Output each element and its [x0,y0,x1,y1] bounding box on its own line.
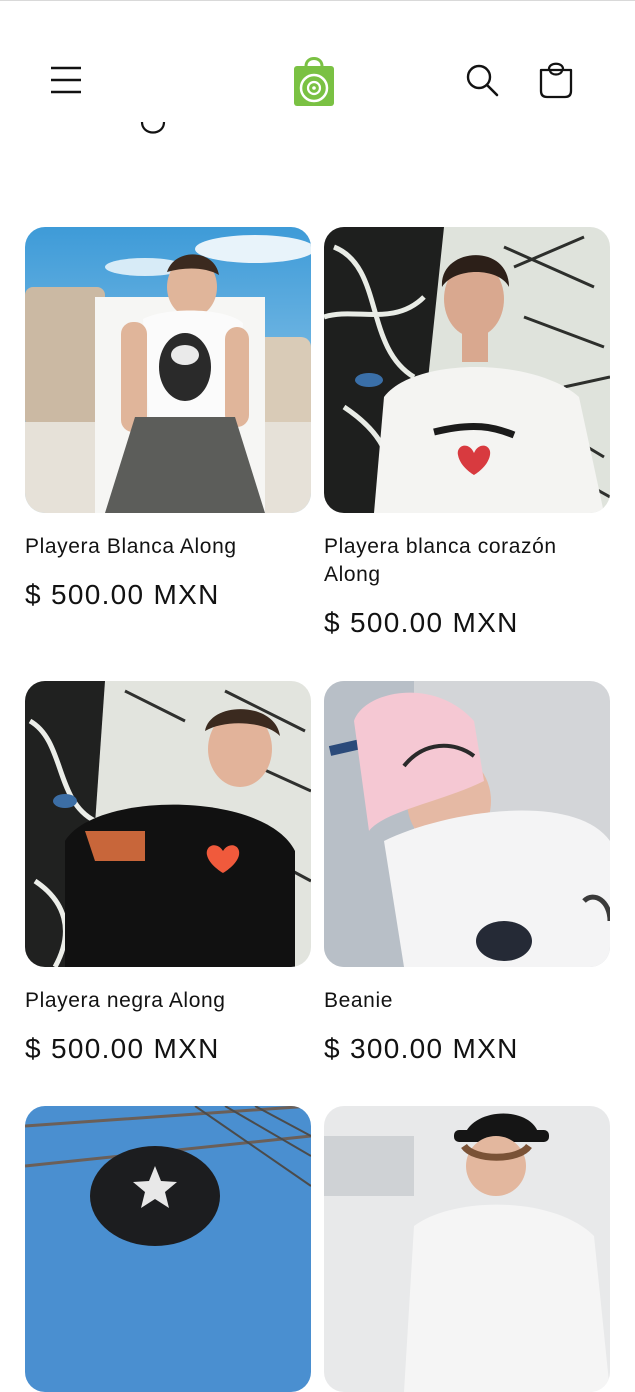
store-logo-link[interactable] [288,53,340,109]
search-icon [466,64,499,97]
product-image[interactable] [324,1106,610,1392]
product-image[interactable] [324,227,610,513]
product-image[interactable] [25,227,311,513]
cart-bag-icon [539,62,573,99]
product-title[interactable]: Beanie [324,987,610,1015]
collection-heading-partial [130,112,190,142]
product-price: $ 500.00 MXN [25,1033,220,1064]
shopping-bag-logo-icon [294,57,334,106]
product-title[interactable]: Playera Blanca Along [25,533,311,561]
search-button[interactable] [458,58,506,102]
site-header [0,0,635,150]
product-title[interactable]: Playera blanca corazón Along [324,533,610,589]
product-price: $ 500.00 MXN [25,579,220,610]
product-title[interactable]: Playera negra Along [25,987,311,1015]
product-image[interactable] [324,681,610,967]
product-image[interactable] [25,681,311,967]
menu-button[interactable] [42,58,90,102]
cart-button[interactable] [532,56,580,104]
product-price: $ 500.00 MXN [324,607,519,638]
product-image[interactable] [25,1106,311,1392]
product-price: $ 300.00 MXN [324,1033,519,1064]
hamburger-menu-icon [51,66,81,94]
